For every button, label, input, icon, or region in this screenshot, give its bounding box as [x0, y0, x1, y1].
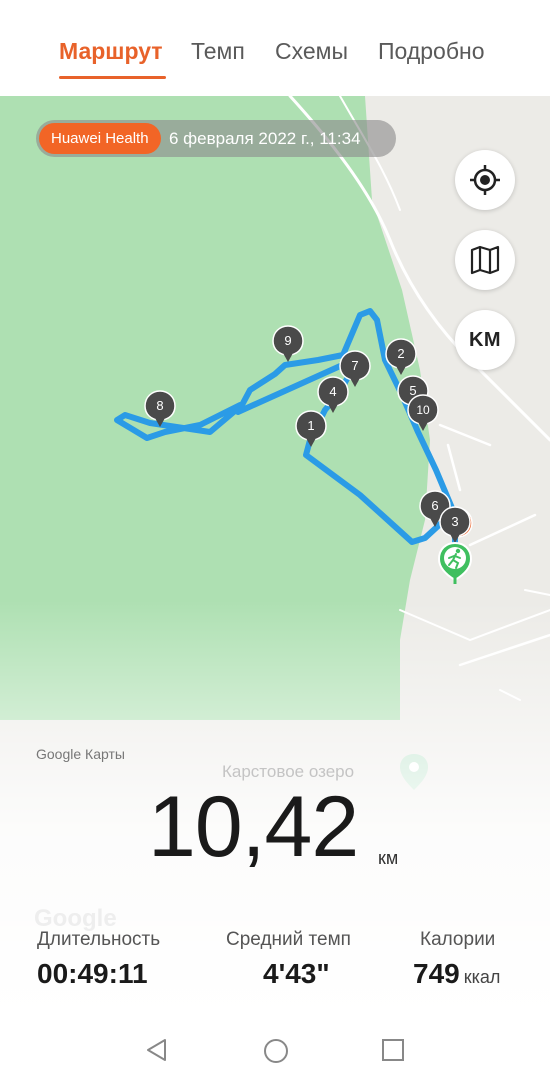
calories-label: Калории	[420, 929, 496, 950]
tab-pace[interactable]: Темп	[191, 38, 245, 65]
avg-pace-label: Средний темп	[226, 929, 351, 950]
svg-text:8: 8	[156, 398, 163, 413]
active-tab-indicator	[59, 76, 166, 79]
system-nav-bar	[0, 1020, 550, 1080]
tab-route[interactable]: Маршрут	[59, 38, 163, 65]
workout-datetime: 6 февраля 2022 г., 11:34	[169, 129, 361, 148]
calories-unit: ккал	[463, 967, 501, 987]
back-triangle-icon[interactable]	[144, 1037, 170, 1063]
svg-text:3: 3	[451, 514, 458, 529]
map-attribution: Google Карты	[36, 746, 125, 762]
home-circle-icon[interactable]	[262, 1037, 290, 1065]
avg-pace-value: 4'43"	[263, 958, 330, 989]
units-button[interactable]: KM	[455, 310, 515, 370]
duration-label: Длительность	[37, 929, 161, 950]
calories-stat: 749 ккал	[413, 958, 500, 990]
locate-button[interactable]	[455, 150, 515, 210]
svg-text:2: 2	[397, 346, 404, 361]
tab-charts[interactable]: Схемы	[275, 38, 348, 65]
recents-square-icon[interactable]	[381, 1038, 405, 1062]
svg-text:6: 6	[431, 498, 438, 513]
map-layers-button[interactable]	[455, 230, 515, 290]
svg-text:10: 10	[416, 403, 430, 417]
svg-text:9: 9	[284, 333, 291, 348]
duration-value: 00:49:11	[37, 958, 148, 989]
brand-label: Huawei Health	[39, 123, 161, 154]
svg-text:4: 4	[329, 384, 336, 399]
svg-text:5: 5	[409, 383, 416, 398]
tab-bar: Маршрут Темп Схемы Подробно	[0, 0, 550, 96]
tab-details[interactable]: Подробно	[378, 38, 485, 65]
svg-text:7: 7	[351, 358, 358, 373]
units-label: KM	[468, 328, 502, 351]
svg-text:1: 1	[307, 418, 314, 433]
map-layers-icon	[470, 245, 500, 275]
distance-unit: км	[378, 848, 399, 868]
distance-summary: 10,42 км	[0, 778, 550, 888]
crosshair-icon	[470, 165, 500, 195]
distance-value: 10,42	[148, 779, 359, 875]
workout-info-badge: Huawei Health 6 февраля 2022 г., 11:34	[36, 120, 396, 157]
calories-value: 749	[413, 958, 460, 989]
